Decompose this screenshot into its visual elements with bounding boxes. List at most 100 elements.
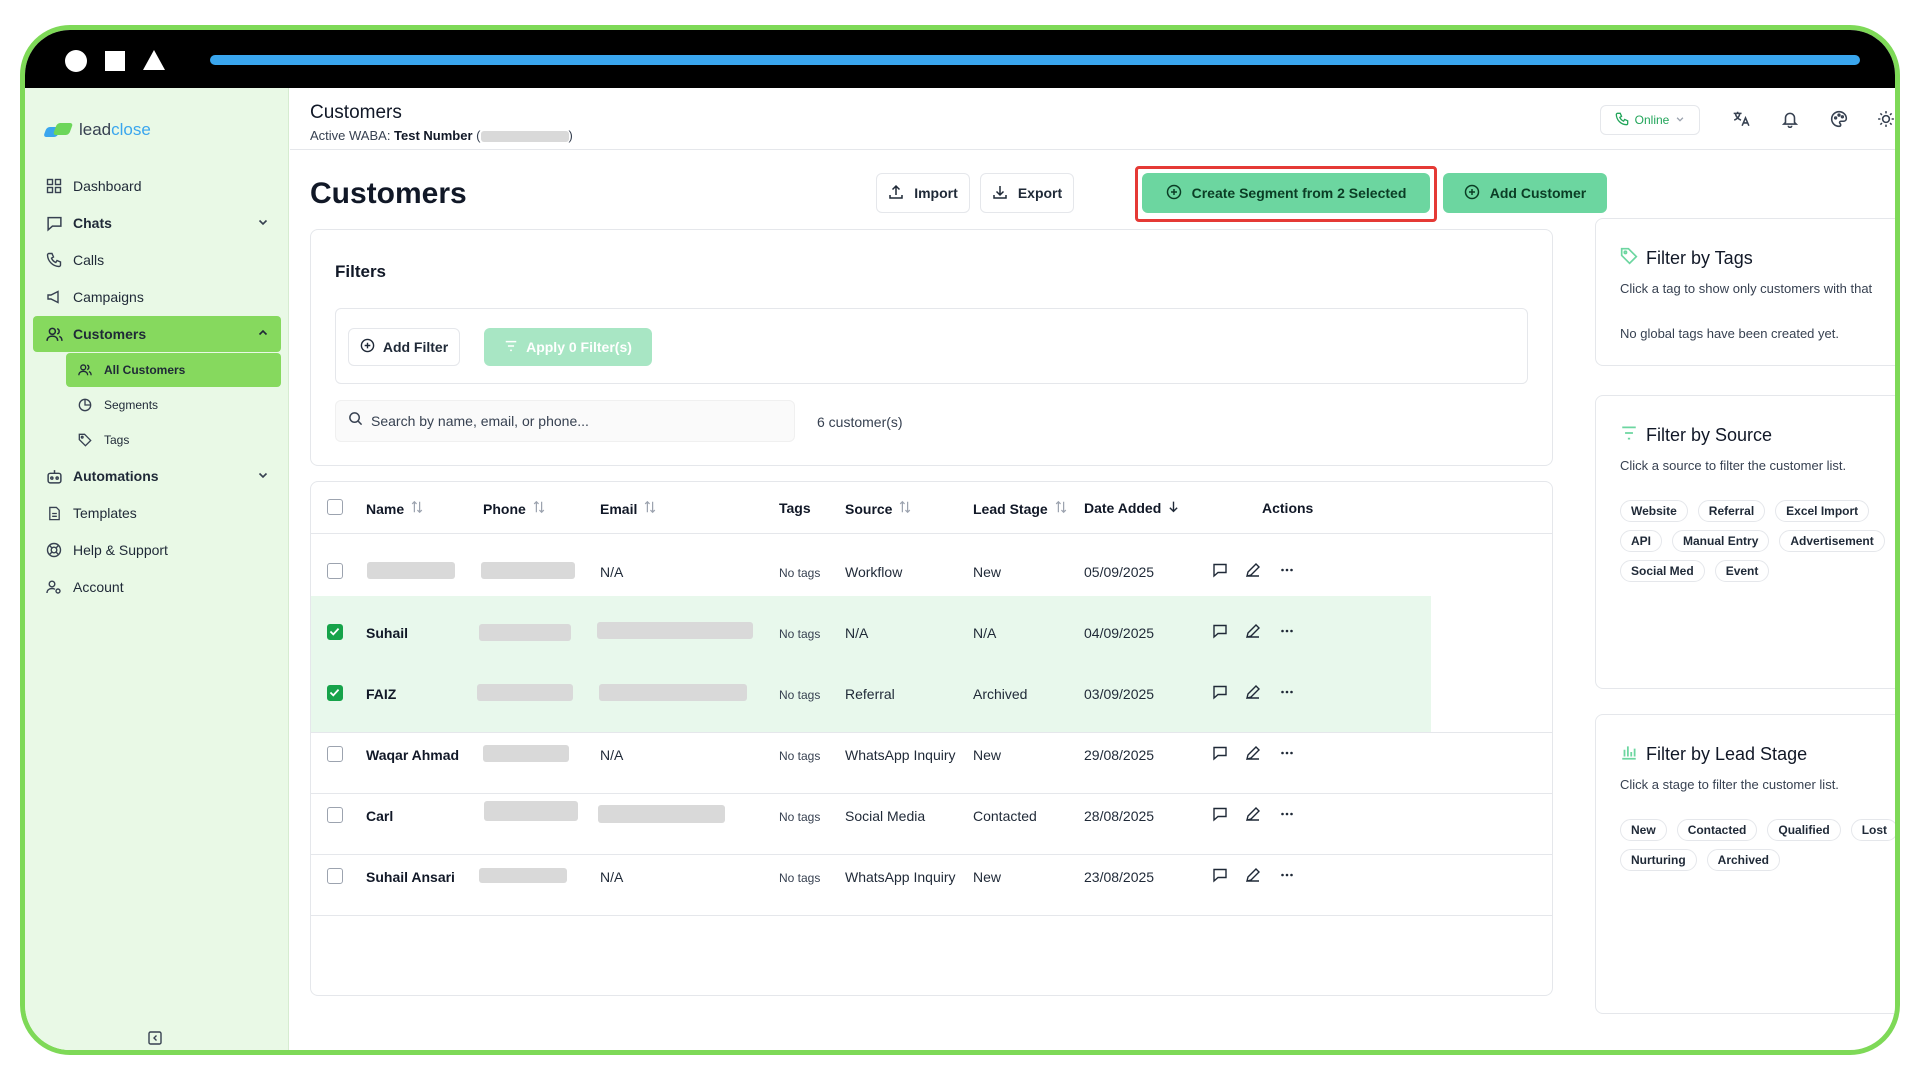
cell-lead-stage: Archived <box>973 686 1028 702</box>
cell-date-added: 04/09/2025 <box>1084 625 1155 641</box>
edit-icon[interactable] <box>1245 623 1265 643</box>
source-chip[interactable]: Excel Import <box>1775 500 1870 522</box>
message-icon[interactable] <box>1212 623 1232 643</box>
bell-icon[interactable] <box>1781 110 1801 130</box>
filter-by-source-title: Filter by Source <box>1620 424 1772 447</box>
redacted-email <box>598 805 725 823</box>
apply-filter-button[interactable]: Apply 0 Filter(s) <box>484 328 652 366</box>
cell-tags: No tags <box>779 566 821 580</box>
message-icon[interactable] <box>1212 562 1232 582</box>
column-header-email[interactable]: Email <box>600 500 657 517</box>
more-options-icon[interactable] <box>1279 623 1299 643</box>
sidebar-item-calls[interactable]: Calls <box>33 242 281 278</box>
stage-chip[interactable]: Nurturing <box>1620 849 1697 871</box>
search-input[interactable] <box>371 413 771 429</box>
sun-icon[interactable] <box>1877 110 1895 130</box>
edit-icon[interactable] <box>1245 684 1265 704</box>
sidebar-item-tags[interactable]: Tags <box>66 423 281 457</box>
filter-by-source-desc: Click a source to filter the customer li… <box>1620 458 1847 473</box>
sidebar-item-campaigns[interactable]: Campaigns <box>33 279 281 315</box>
logo-text-close: close <box>111 120 151 139</box>
row-checkbox[interactable] <box>327 563 343 579</box>
edit-icon[interactable] <box>1245 745 1265 765</box>
cell-date-added: 23/08/2025 <box>1084 869 1155 885</box>
sidebar-item-templates[interactable]: Templates <box>33 495 281 531</box>
sidebar-item-help-support[interactable]: Help & Support <box>33 532 281 568</box>
sidebar-item-segments[interactable]: Segments <box>66 388 281 422</box>
logo[interactable]: leadclose <box>43 120 151 140</box>
create-segment-label: Create Segment from 2 Selected <box>1191 185 1407 201</box>
source-chip[interactable]: Event <box>1714 560 1770 582</box>
stage-chip[interactable]: Archived <box>1706 849 1781 871</box>
sidebar-item-chats[interactable]: Chats <box>33 205 281 241</box>
message-icon[interactable] <box>1212 806 1232 826</box>
edit-icon[interactable] <box>1245 867 1265 887</box>
sidebar-item-label: Chats <box>73 215 112 231</box>
users-icon <box>45 325 63 343</box>
edit-icon[interactable] <box>1245 562 1265 582</box>
more-options-icon[interactable] <box>1279 684 1299 704</box>
column-header-phone[interactable]: Phone <box>483 500 546 517</box>
source-chip[interactable]: Website <box>1620 500 1688 522</box>
row-checkbox[interactable] <box>327 624 343 640</box>
source-chip[interactable]: Social Med <box>1620 560 1705 582</box>
more-options-icon[interactable] <box>1279 867 1299 887</box>
stage-chip[interactable]: Contacted <box>1676 819 1758 841</box>
stage-chip[interactable]: Lost <box>1850 819 1895 841</box>
column-header-source[interactable]: Source <box>845 500 912 517</box>
collapse-sidebar-icon[interactable] <box>147 1030 163 1046</box>
message-icon[interactable] <box>1212 867 1232 887</box>
message-icon[interactable] <box>1212 745 1232 765</box>
palette-icon[interactable] <box>1830 110 1850 130</box>
source-chip[interactable]: Manual Entry <box>1672 530 1770 552</box>
more-options-icon[interactable] <box>1279 745 1299 765</box>
sidebar-item-customers[interactable]: Customers <box>33 316 281 352</box>
row-checkbox[interactable] <box>327 868 343 884</box>
redacted-email <box>597 622 753 639</box>
create-segment-button[interactable]: Create Segment from 2 Selected <box>1142 173 1430 213</box>
sort-icon <box>898 500 912 517</box>
row-checkbox[interactable] <box>327 685 343 701</box>
column-header-lead-stage[interactable]: Lead Stage <box>973 500 1068 517</box>
table-row[interactable]: Suhail Ansari N/A No tags WhatsApp Inqui… <box>311 840 1552 916</box>
chevron-up-icon <box>257 326 269 342</box>
megaphone-icon <box>45 288 63 306</box>
message-icon[interactable] <box>1212 684 1232 704</box>
sidebar-item-automations[interactable]: Automations <box>33 458 281 494</box>
export-button[interactable]: Export <box>980 173 1074 213</box>
select-all-checkbox[interactable] <box>327 499 343 515</box>
add-customer-button[interactable]: Add Customer <box>1443 173 1607 213</box>
column-label: Tags <box>779 500 811 516</box>
more-options-icon[interactable] <box>1279 562 1299 582</box>
stage-chip[interactable]: New <box>1620 819 1667 841</box>
stage-chip[interactable]: Qualified <box>1767 819 1841 841</box>
edit-icon[interactable] <box>1245 806 1265 826</box>
search-field[interactable] <box>335 400 795 442</box>
redacted-number <box>480 131 569 143</box>
column-header-name[interactable]: Name <box>366 500 424 517</box>
sidebar-item-all-customers[interactable]: All Customers <box>66 353 281 387</box>
translate-icon[interactable] <box>1732 110 1752 130</box>
status-dropdown[interactable]: Online <box>1600 105 1700 135</box>
source-chip[interactable]: Referral <box>1697 500 1766 522</box>
cell-date-added: 29/08/2025 <box>1084 747 1155 763</box>
import-button[interactable]: Import <box>876 173 970 213</box>
add-filter-button[interactable]: Add Filter <box>348 328 460 366</box>
cell-tags: No tags <box>779 871 821 885</box>
card-title-text: Filter by Lead Stage <box>1646 744 1808 764</box>
more-options-icon[interactable] <box>1279 806 1299 826</box>
sidebar-item-account[interactable]: Account <box>33 569 281 605</box>
sidebar-item-dashboard[interactable]: Dashboard <box>33 168 281 204</box>
source-chip[interactable]: Advertisement <box>1779 530 1885 552</box>
column-header-date-added[interactable]: Date Added <box>1084 500 1180 516</box>
column-label: Email <box>600 500 638 517</box>
sort-icon <box>1054 500 1068 517</box>
redacted-phone <box>477 684 573 701</box>
device-frame: leadclose Dashboard Chats Calls Campaign… <box>20 25 1900 1055</box>
source-chip[interactable]: API <box>1620 530 1663 552</box>
waba-prefix: Active WABA: <box>310 128 395 143</box>
row-checkbox[interactable] <box>327 746 343 762</box>
row-checkbox[interactable] <box>327 807 343 823</box>
redacted-phone <box>479 868 567 883</box>
progress-bar <box>210 55 1860 65</box>
